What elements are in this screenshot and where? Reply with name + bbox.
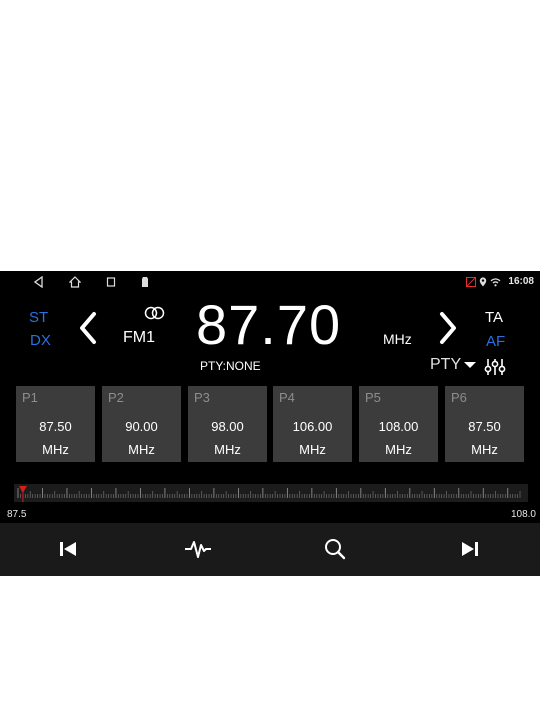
- st-label[interactable]: ST: [29, 309, 48, 326]
- preset-frequency: 98.00: [211, 419, 244, 434]
- next-station-chevron-icon[interactable]: [437, 311, 459, 345]
- preset-label: P2: [108, 390, 124, 405]
- back-icon[interactable]: [34, 276, 44, 288]
- recents-icon[interactable]: [106, 276, 116, 288]
- preset-unit: MHz: [214, 442, 241, 457]
- preset-label: P4: [279, 390, 295, 405]
- radio-screen: 16:08 ST DX FM1 87.70 MHz PTY:NONE TA AF…: [0, 271, 540, 576]
- home-icon[interactable]: [69, 276, 81, 288]
- status-bar: 16:08: [0, 271, 540, 293]
- preset-row: P1 87.50 MHz P2 90.00 MHz P3 98.00 MHz P…: [16, 386, 524, 462]
- scale-min-label: 87.5: [7, 509, 27, 520]
- preset-p1[interactable]: P1 87.50 MHz: [16, 386, 95, 462]
- preset-p5[interactable]: P5 108.00 MHz: [359, 386, 438, 462]
- preset-frequency: 90.00: [125, 419, 158, 434]
- frequency-unit: MHz: [383, 331, 412, 347]
- preset-p6[interactable]: P6 87.50 MHz: [445, 386, 524, 462]
- frequency-display: 87.70: [196, 293, 342, 356]
- ta-label[interactable]: TA: [485, 309, 503, 326]
- preset-unit: MHz: [385, 442, 412, 457]
- preset-frequency: 108.00: [378, 419, 419, 434]
- preset-unit: MHz: [471, 442, 498, 457]
- preset-unit: MHz: [299, 442, 326, 457]
- preset-label: P6: [451, 390, 467, 405]
- pty-select-label: PTY: [430, 356, 462, 373]
- preset-p2[interactable]: P2 90.00 MHz: [102, 386, 181, 462]
- preset-label: P3: [194, 390, 210, 405]
- prev-station-chevron-icon[interactable]: [77, 311, 99, 345]
- signal-icon: [466, 276, 477, 287]
- sd-card-icon: [142, 277, 148, 287]
- location-icon: [480, 276, 487, 286]
- control-bar: [0, 523, 540, 576]
- band-label[interactable]: FM1: [123, 329, 155, 347]
- scale-max-label: 108.0: [510, 509, 536, 520]
- af-label[interactable]: AF: [486, 333, 505, 350]
- previous-icon[interactable]: [56, 537, 80, 561]
- clock: 16:08: [508, 276, 534, 287]
- preset-frequency: 87.50: [468, 419, 501, 434]
- preset-frequency: 87.50: [39, 419, 72, 434]
- preset-label: P1: [22, 390, 38, 405]
- pty-select[interactable]: PTY: [430, 356, 477, 374]
- preset-unit: MHz: [128, 442, 155, 457]
- next-icon[interactable]: [458, 537, 482, 561]
- dropdown-arrow-icon: [464, 362, 477, 368]
- preset-p4[interactable]: P4 106.00 MHz: [273, 386, 352, 462]
- preset-frequency: 106.00: [292, 419, 333, 434]
- equalizer-icon[interactable]: [484, 357, 506, 377]
- stereo-icon: [144, 306, 165, 320]
- preset-unit: MHz: [42, 442, 69, 457]
- preset-p3[interactable]: P3 98.00 MHz: [188, 386, 267, 462]
- preset-label: P5: [365, 390, 381, 405]
- search-icon[interactable]: [323, 537, 347, 561]
- dx-label[interactable]: DX: [30, 332, 51, 349]
- seek-waveform-icon[interactable]: [184, 537, 212, 561]
- pty-status: PTY:NONE: [200, 359, 261, 373]
- wifi-icon: [490, 277, 501, 286]
- tuning-scale[interactable]: [14, 476, 528, 506]
